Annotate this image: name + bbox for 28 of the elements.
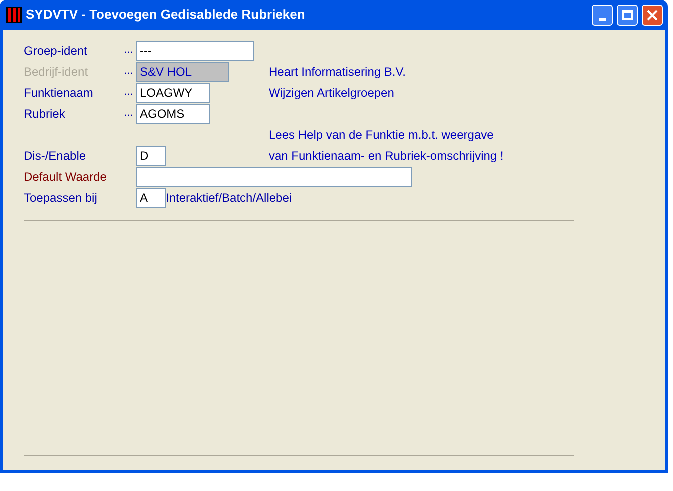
leader-dots: ... [124,66,134,77]
field-hint: Interaktief/Batch/Allebei [166,190,292,206]
leader-dots: ... [124,45,134,56]
input-field[interactable]: D [136,146,166,166]
field-label: Default Waarde [24,168,108,186]
app-icon [6,7,22,23]
input-field[interactable]: AGOMS [136,104,210,124]
input-field[interactable]: --- [136,40,254,60]
info-text: van Funktienaam- en Rubriek-omschrijving ! [269,148,504,164]
field-label: Dis-/Enable [24,148,88,164]
close-icon [647,10,658,20]
field-label: Rubriek [24,106,66,122]
minimize-button[interactable] [592,4,613,26]
info-text: Wijzigen Artikelgroepen [269,84,394,102]
field-label: Groep-ident [24,42,88,60]
input-field[interactable]: LOAGWY [136,82,210,102]
leader-dots: ... [124,87,134,98]
leader-dots: ... [124,108,134,119]
info-text: Heart Informatisering B.V. [269,64,406,80]
close-button[interactable] [642,4,663,26]
window-title: SYDVTV - Toevoegen Gedisablede Rubrieken [26,6,306,24]
field-label: Bedrijf-ident [24,64,90,80]
field-label: Toepassen bij [24,190,98,206]
input-field[interactable] [136,166,412,186]
maximize-button[interactable] [617,4,638,26]
info-text: Lees Help van de Funktie m.b.t. weergave [269,126,494,144]
input-field[interactable]: A [136,188,166,208]
field-label: Funktienaam [24,84,94,102]
